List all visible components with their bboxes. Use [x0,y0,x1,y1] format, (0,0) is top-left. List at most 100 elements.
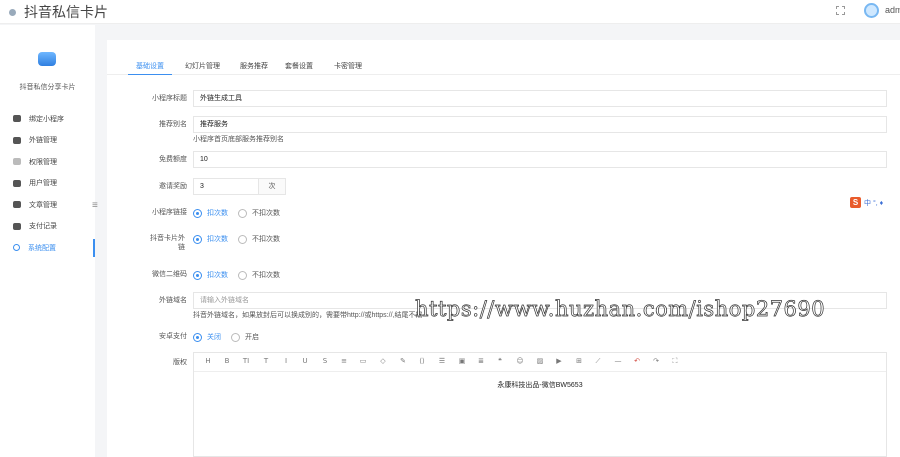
radio-dot [193,208,202,218]
brand-logo-icon [38,52,56,66]
divider-button[interactable]: — [612,357,624,365]
tab-bar: 基础设置 幻灯片管理 服务推荐 套餐设置 卡密管理 [107,40,900,75]
recommend-alias-hint: 小程序首页底部服务推荐别名 [193,136,284,143]
code-button[interactable]: ⟋ [592,357,604,366]
miniapp-link-deduct-radio[interactable]: 扣次数 [193,208,228,218]
sidebar-item-label: 绑定小程序 [29,115,64,123]
sidebar-item-label: 外链管理 [29,137,57,145]
miniapp-title-label: 小程序标题 [152,95,187,102]
wechat-qrcode-deduct-radio[interactable]: 扣次数 [193,270,228,280]
sidebar-item-users[interactable]: 用户管理 [0,173,95,195]
indent-button[interactable]: ≣ [475,357,487,365]
douyin-card-nodeduct-radio[interactable]: 不扣次数 [238,234,280,244]
editor-toolbar: H B TI T I U S ≡ ▭ ◇ ✎ ⟨⟩ ☰ ▣ ≣ ❝ ☺ ▨ ▶ … [194,353,886,372]
underline-button[interactable]: U [299,357,311,365]
quote-button[interactable]: ❝ [494,357,506,365]
video-button[interactable]: ▭ [357,357,369,365]
sidebar-item-label: 系统配置 [28,244,56,252]
app-title: 抖音私信卡片 [24,4,108,20]
radio-label: 扣次数 [207,210,228,217]
sidebar: 抖音私信分享卡片 绑定小程序 外链管理 权限管理 用户管理 文章管理 支付记录 … [0,25,95,457]
radio-label: 不扣次数 [252,272,280,279]
sidebar-item-settings[interactable]: 系统配置 [0,237,95,259]
payment-icon [13,222,21,230]
tab-card-keys[interactable]: 卡密管理 [334,61,362,71]
image-button[interactable]: ▨ [534,357,546,365]
invite-reward-suffix: 次 [259,178,286,195]
sidebar-item-payments[interactable]: 支付记录 [0,216,95,238]
radio-dot [238,234,247,244]
wechat-qrcode-nodeduct-radio[interactable]: 不扣次数 [238,270,280,280]
list-button[interactable]: ☰ [436,357,448,365]
heading-button[interactable]: H [202,357,214,365]
radio-dot [193,332,202,342]
free-quota-input[interactable]: 10 [193,151,887,168]
free-quota-label: 免费额度 [159,156,187,163]
avatar[interactable] [864,3,879,18]
pen-button[interactable]: ✎ [397,357,409,365]
top-bar: 抖音私信卡片 adm [0,0,900,24]
sogou-icon: S [850,197,861,208]
sidebar-item-label: 支付记录 [29,223,57,231]
app-logo-icon [9,9,16,16]
external-domain-hint: 抖音外链域名，如果放封后可以换成别的，需要带http://或https://,结… [193,312,423,319]
external-domain-label: 外链域名 [159,297,187,304]
miniapp-link-label: 小程序链接 [152,209,187,216]
table-button[interactable]: ⊞ [573,357,585,365]
strikethrough-button[interactable]: S [319,357,331,365]
sidebar-item-links[interactable]: 外链管理 [0,130,95,152]
color-button[interactable]: ◇ [377,357,389,365]
miniapp-title-input[interactable]: 外链生成工具 [193,90,887,107]
sidebar-item-bind-miniapp[interactable]: 绑定小程序 [0,108,95,130]
sidebar-item-articles[interactable]: 文章管理 [0,194,95,216]
align-button[interactable]: ≡ [338,357,350,365]
radio-label: 扣次数 [207,236,228,243]
editor-content[interactable]: 永康科技出品-微信BW5653 [194,380,886,390]
sidebar-item-label: 权限管理 [29,158,57,166]
link-button[interactable]: ⟨⟩ [416,357,428,365]
ime-status: 中 °, ♦ [864,199,884,207]
secure-payment-on-radio[interactable]: 开启 [231,332,259,342]
emoji-button[interactable]: ☺ [514,357,526,365]
main-panel: 基础设置 幻灯片管理 服务推荐 套餐设置 卡密管理 小程序标题 外链生成工具 推… [107,40,900,457]
douyin-card-deduct-radio[interactable]: 扣次数 [193,234,228,244]
checkbox-button[interactable]: ▣ [456,357,468,365]
bold-button[interactable]: B [221,357,233,365]
invite-reward-input[interactable]: 3 [193,178,259,195]
radio-dot [193,234,202,244]
undo-button[interactable]: ↶ [631,357,643,365]
invite-reward-label: 邀请奖励 [159,183,187,190]
italic-button[interactable]: I [280,357,292,365]
font-button[interactable]: T [260,357,272,365]
recommend-alias-input[interactable]: 推荐服务 [193,116,887,133]
wechat-qrcode-label: 微信二维码 [152,271,187,278]
ime-toolbar[interactable]: S 中 °, ♦ [850,197,883,208]
sidebar-item-permissions[interactable]: 权限管理 [0,151,95,173]
article-icon [13,201,21,209]
watermark: https://www.huzhan.com/ishop27690 [415,297,826,322]
tab-packages[interactable]: 套餐设置 [285,61,313,71]
radio-label: 开启 [245,334,259,341]
tab-services[interactable]: 服务推荐 [240,61,268,71]
sidebar-item-label: 用户管理 [29,180,57,188]
miniapp-link-nodeduct-radio[interactable]: 不扣次数 [238,208,280,218]
user-name[interactable]: adm [885,5,900,15]
copyright-editor[interactable]: H B TI T I U S ≡ ▭ ◇ ✎ ⟨⟩ ☰ ▣ ≣ ❝ ☺ ▨ ▶ … [193,352,887,457]
tab-slides[interactable]: 幻灯片管理 [185,61,220,71]
media-button[interactable]: ▶ [553,357,565,365]
menu-collapse-icon[interactable]: ≡ [92,200,98,211]
brand-name: 抖音私信分享卡片 [19,84,76,91]
sidebar-menu: 绑定小程序 外链管理 权限管理 用户管理 文章管理 支付记录 系统配置 [0,108,95,259]
fullscreen-icon[interactable] [836,6,845,15]
font-size-button[interactable]: TI [240,357,252,365]
redo-button[interactable]: ↷ [650,357,662,365]
douyin-card-link-label: 抖音卡片外链 [150,235,185,251]
fullscreen-editor-button[interactable]: ⛶ [669,357,681,366]
wechat-icon [13,115,21,123]
radio-dot [238,208,247,218]
secure-payment-off-radio[interactable]: 关闭 [193,332,221,342]
radio-dot [231,332,240,342]
settings-icon [13,244,20,252]
user-icon [13,179,21,187]
tab-basic-settings[interactable]: 基础设置 [128,61,172,75]
